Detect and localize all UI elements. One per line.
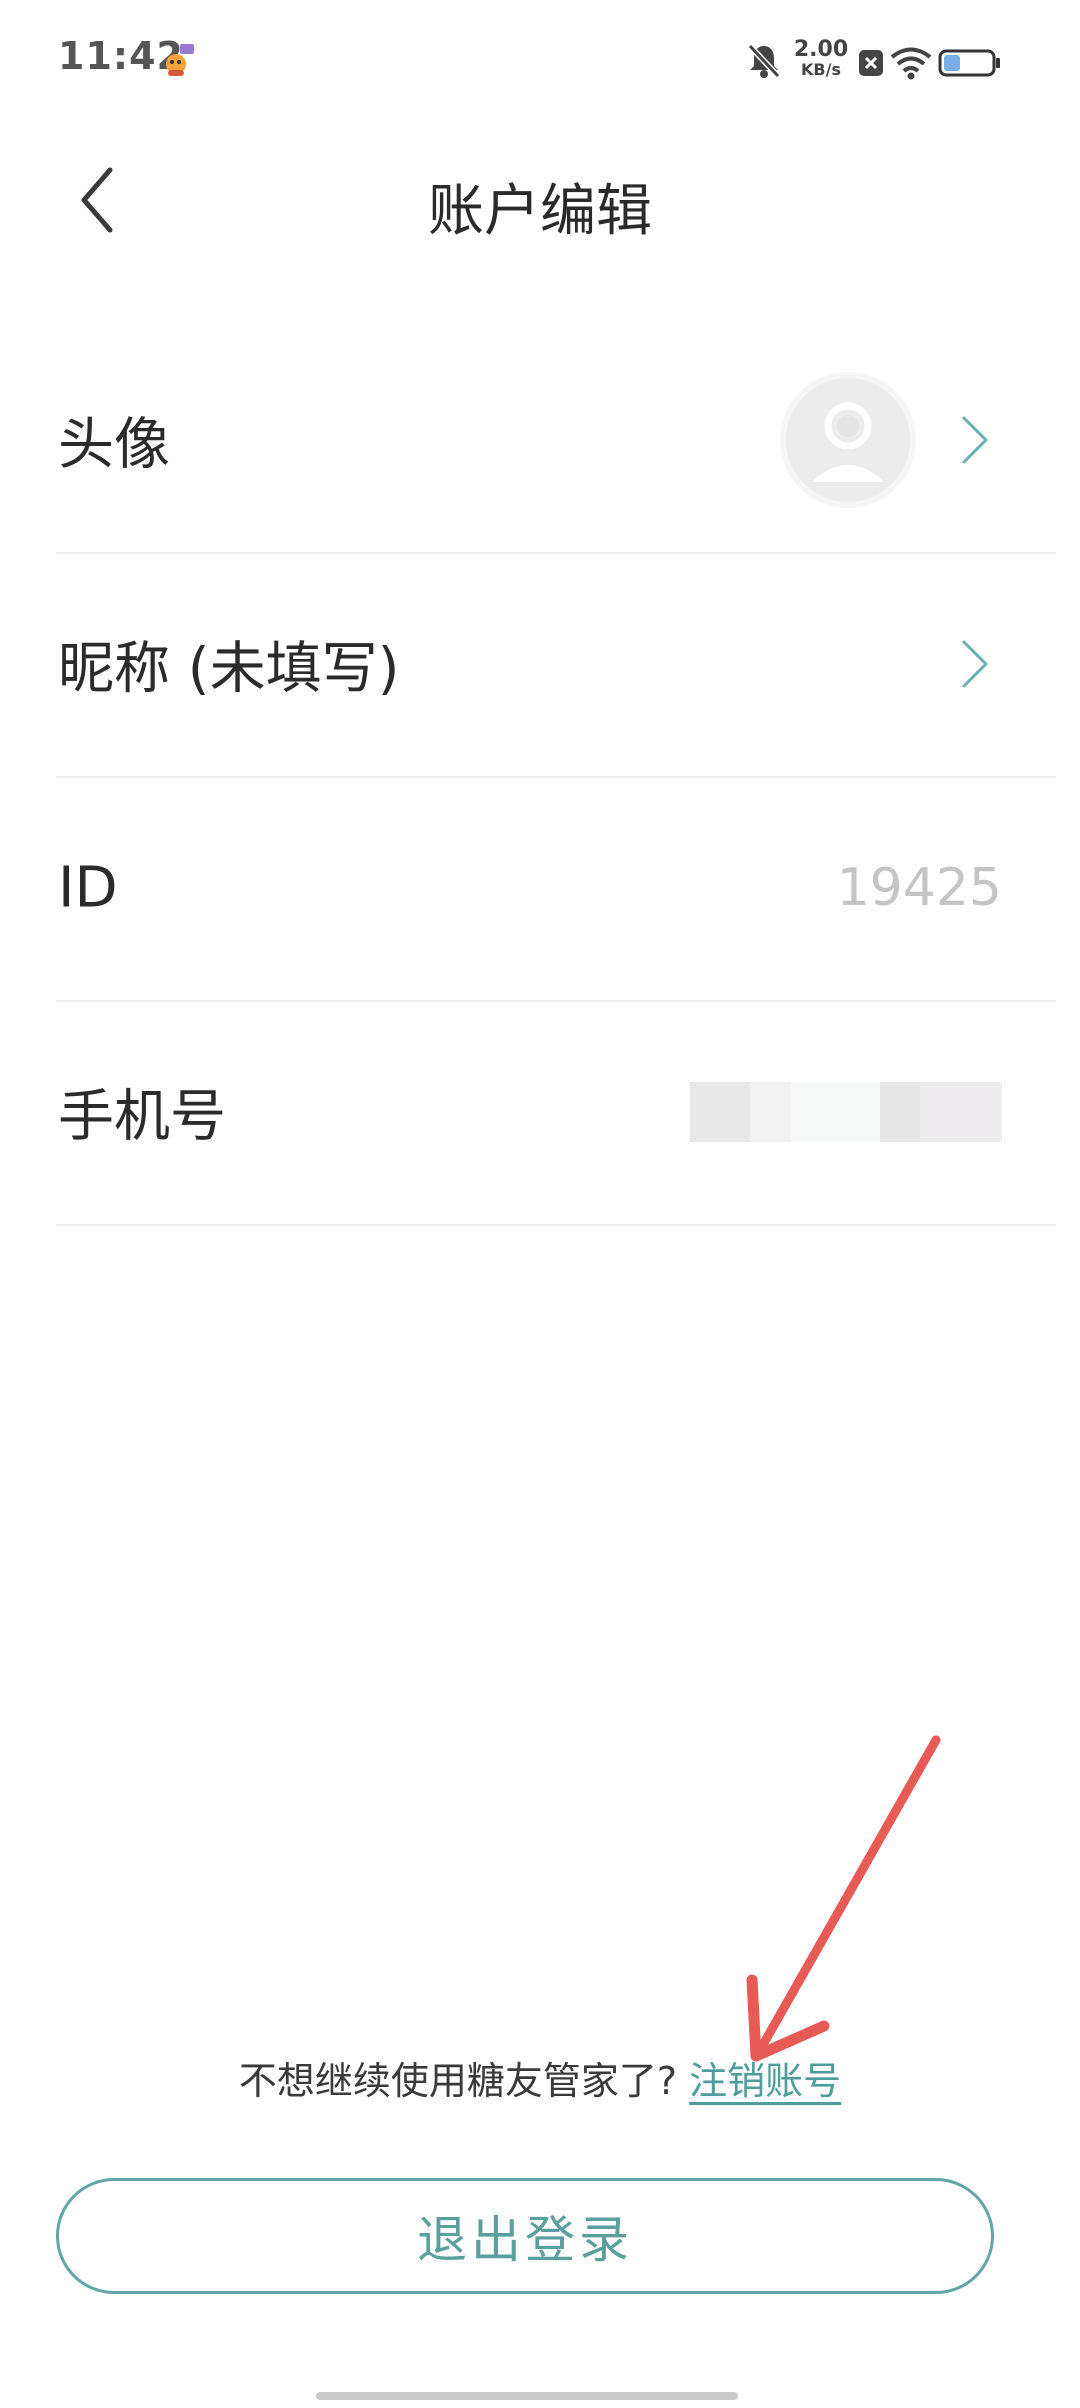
logout-button[interactable]: 退出登录 [56, 2178, 994, 2294]
id-row: ID 19425 [56, 776, 1056, 1002]
phone-value-redacted [690, 1082, 1002, 1142]
phone-label: 手机号 [58, 1084, 226, 1150]
home-indicator[interactable] [316, 2392, 738, 2400]
close-box-icon [858, 48, 884, 78]
header: 账户编辑 [0, 130, 1080, 270]
avatar-row[interactable]: 头像 [56, 328, 1056, 554]
deactivate-account-link[interactable]: 注销账号 [689, 2059, 841, 2103]
avatar[interactable] [786, 378, 910, 502]
id-value: 19425 [836, 858, 1002, 918]
network-speed-value: 2.00 [793, 37, 849, 62]
wifi-icon [890, 46, 932, 80]
nickname-label: 昵称 (未填写) [58, 636, 400, 702]
annotation-arrow [746, 1735, 941, 2062]
battery-icon [938, 48, 1002, 78]
deactivate-prompt: 不想继续使用糖友管家了? 注销账号 [0, 2050, 1080, 2105]
network-speed: 2.00 KB/s [790, 37, 852, 80]
id-label: ID [58, 855, 118, 921]
battery-level-fill [944, 55, 960, 71]
status-bar: 11:42 2.00 KB/s [0, 0, 1080, 120]
network-speed-unit: KB/s [801, 60, 841, 79]
bell-muted-icon [746, 42, 782, 80]
app-notification-icon [162, 44, 196, 78]
chevron-right-icon [958, 636, 992, 692]
deactivate-prompt-text: 不想继续使用糖友管家了? [238, 2059, 678, 2103]
nickname-row[interactable]: 昵称 (未填写) [56, 552, 1056, 778]
user-avatar-icon [786, 378, 910, 502]
avatar-label: 头像 [58, 412, 170, 478]
chevron-right-icon [958, 412, 992, 468]
phone-row: 手机号 [56, 1000, 1056, 1226]
page-title: 账户编辑 [428, 179, 652, 244]
